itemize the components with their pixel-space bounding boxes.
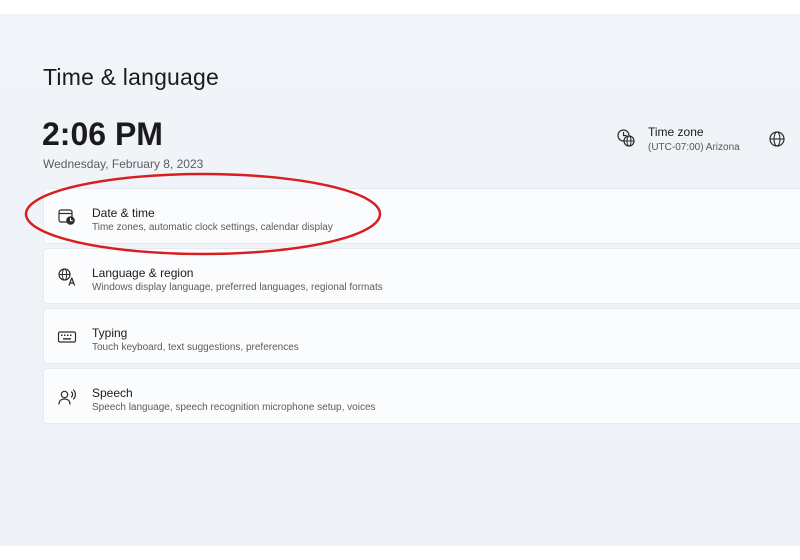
settings-card-speech[interactable]: Speech Speech language, speech recogniti… bbox=[43, 368, 800, 424]
timezone-summary[interactable]: Time zone (UTC-07:00) Arizona bbox=[616, 124, 766, 158]
current-date: Wednesday, February 8, 2023 bbox=[43, 157, 204, 171]
settings-card-title: Date & time bbox=[92, 206, 155, 220]
page-title: Time & language bbox=[43, 64, 220, 90]
settings-card-title: Language & region bbox=[92, 266, 194, 280]
speech-icon bbox=[57, 387, 77, 407]
settings-card-date-time[interactable]: Date & time Time zones, automatic clock … bbox=[43, 188, 800, 244]
keyboard-icon bbox=[57, 327, 77, 347]
settings-card-language-region[interactable]: Language & region Windows display langua… bbox=[43, 248, 800, 304]
settings-card-subtitle: Time zones, automatic clock settings, ca… bbox=[92, 222, 333, 233]
settings-card-typing[interactable]: Typing Touch keyboard, text suggestions,… bbox=[43, 308, 800, 364]
settings-card-title: Typing bbox=[92, 326, 128, 340]
current-time: 2:06 PM bbox=[42, 116, 163, 152]
settings-card-subtitle: Touch keyboard, text suggestions, prefer… bbox=[92, 342, 299, 353]
globe-icon[interactable] bbox=[767, 129, 787, 149]
world-clock-icon bbox=[616, 128, 636, 148]
timezone-label: Time zone bbox=[648, 125, 704, 139]
settings-window: Time & language 2:06 PM Wednesday, Febru… bbox=[0, 14, 800, 546]
calendar-clock-icon bbox=[57, 207, 77, 227]
settings-card-subtitle: Speech language, speech recognition micr… bbox=[92, 402, 376, 413]
language-icon bbox=[57, 267, 77, 287]
settings-card-title: Speech bbox=[92, 386, 133, 400]
settings-card-subtitle: Windows display language, preferred lang… bbox=[92, 282, 383, 293]
timezone-value: (UTC-07:00) Arizona bbox=[648, 142, 740, 153]
